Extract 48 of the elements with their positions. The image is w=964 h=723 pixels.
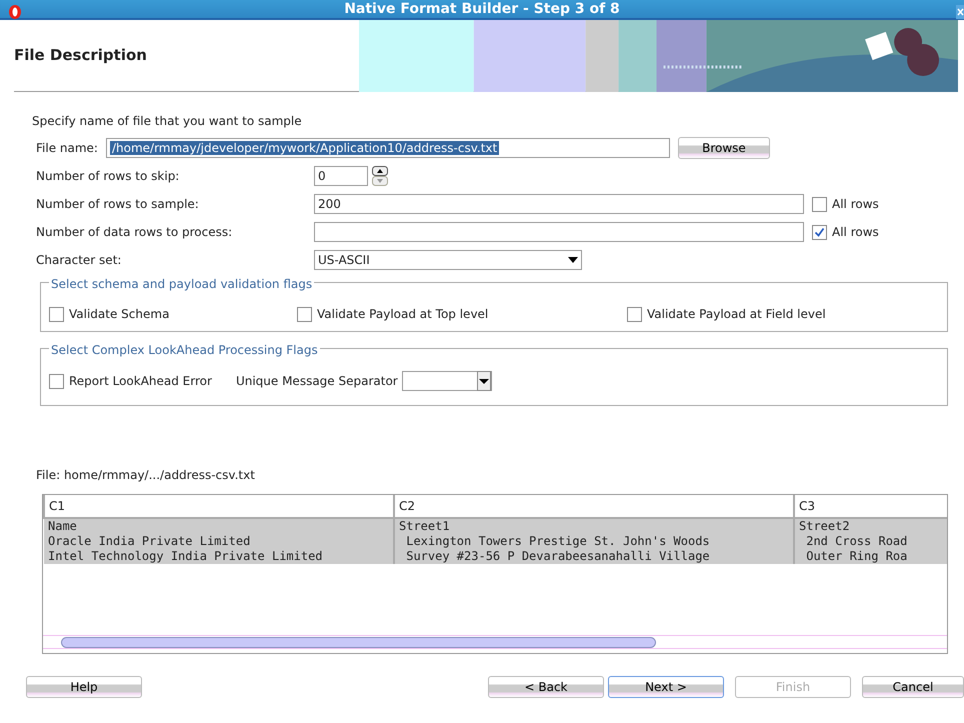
table-cell: Street1 — [394, 518, 794, 534]
table-cell: Oracle India Private Limited — [44, 534, 394, 549]
field-label: Number of rows to skip: — [35, 168, 180, 185]
table-cell: Lexington Towers Prestige St. John's Woods — [394, 534, 794, 549]
instruction-text: Specify name of file that you want to sample — [32, 113, 303, 130]
column-header[interactable]: C2 — [394, 495, 794, 518]
dialog-button[interactable]: Next > — [608, 676, 724, 698]
file-name-field[interactable]: /home/rmmay/jdeveloper/mywork/Application10/address-csv.txt — [106, 138, 670, 158]
field-label: Unique Message Separator — [236, 373, 398, 390]
window-title: Native Format Builder - Step 3 of 8 — [344, 0, 620, 18]
field-label: Number of rows to sample: — [35, 196, 200, 213]
file-path-text: File: home/rmmay/.../address-csv.txt — [36, 467, 256, 484]
dialog-button[interactable]: Help — [26, 676, 142, 698]
table-cell: Name — [44, 518, 394, 534]
checkbox-label: Validate Schema — [69, 306, 170, 323]
checkbox-label: Validate Payload at Field level — [647, 306, 826, 323]
spinner-icon[interactable] — [372, 166, 388, 186]
checkbox[interactable] — [812, 196, 827, 212]
scrollbar-thumb[interactable] — [61, 637, 656, 648]
dialog-button[interactable]: < Back — [488, 676, 604, 698]
field-label: File name: — [36, 140, 98, 157]
checkbox-label: All rows — [832, 224, 879, 241]
checkbox[interactable] — [49, 374, 64, 388]
table-cell: Survey #23-56 P Devarabeesanahalli Village — [394, 549, 794, 564]
field-label: Character set: — [35, 252, 122, 269]
field-label: Number of data rows to process: — [35, 224, 234, 241]
column-header[interactable]: C3 — [794, 495, 947, 518]
column-header[interactable]: C1 — [44, 495, 394, 518]
dialog-button[interactable]: Cancel — [862, 676, 964, 698]
table-cell: Outer Ring Roa — [794, 549, 947, 564]
checkbox[interactable] — [49, 306, 64, 322]
number-field[interactable] — [314, 222, 804, 242]
checkbox-label: Validate Payload at Top level — [317, 306, 488, 323]
table-cell: 2nd Cross Road — [794, 534, 947, 549]
checkbox[interactable] — [812, 224, 827, 240]
charset-dropdown[interactable]: US-ASCII — [314, 250, 582, 270]
page-title: File Description — [14, 45, 148, 66]
checkbox-label: Report LookAhead Error — [69, 373, 212, 390]
number-field[interactable]: 200 — [314, 194, 804, 214]
checkbox[interactable] — [297, 306, 312, 322]
table-cell: Street2 — [794, 518, 947, 534]
dropdown-arrow-icon[interactable] — [568, 257, 578, 263]
number-field[interactable]: 0 — [314, 166, 368, 186]
browse-button[interactable]: Browse — [678, 137, 770, 159]
checkbox[interactable] — [627, 306, 642, 322]
checkbox-label: All rows — [832, 196, 879, 213]
horizontal-scrollbar[interactable] — [43, 635, 947, 649]
table-cell: Intel Technology India Private Limited — [44, 549, 394, 564]
